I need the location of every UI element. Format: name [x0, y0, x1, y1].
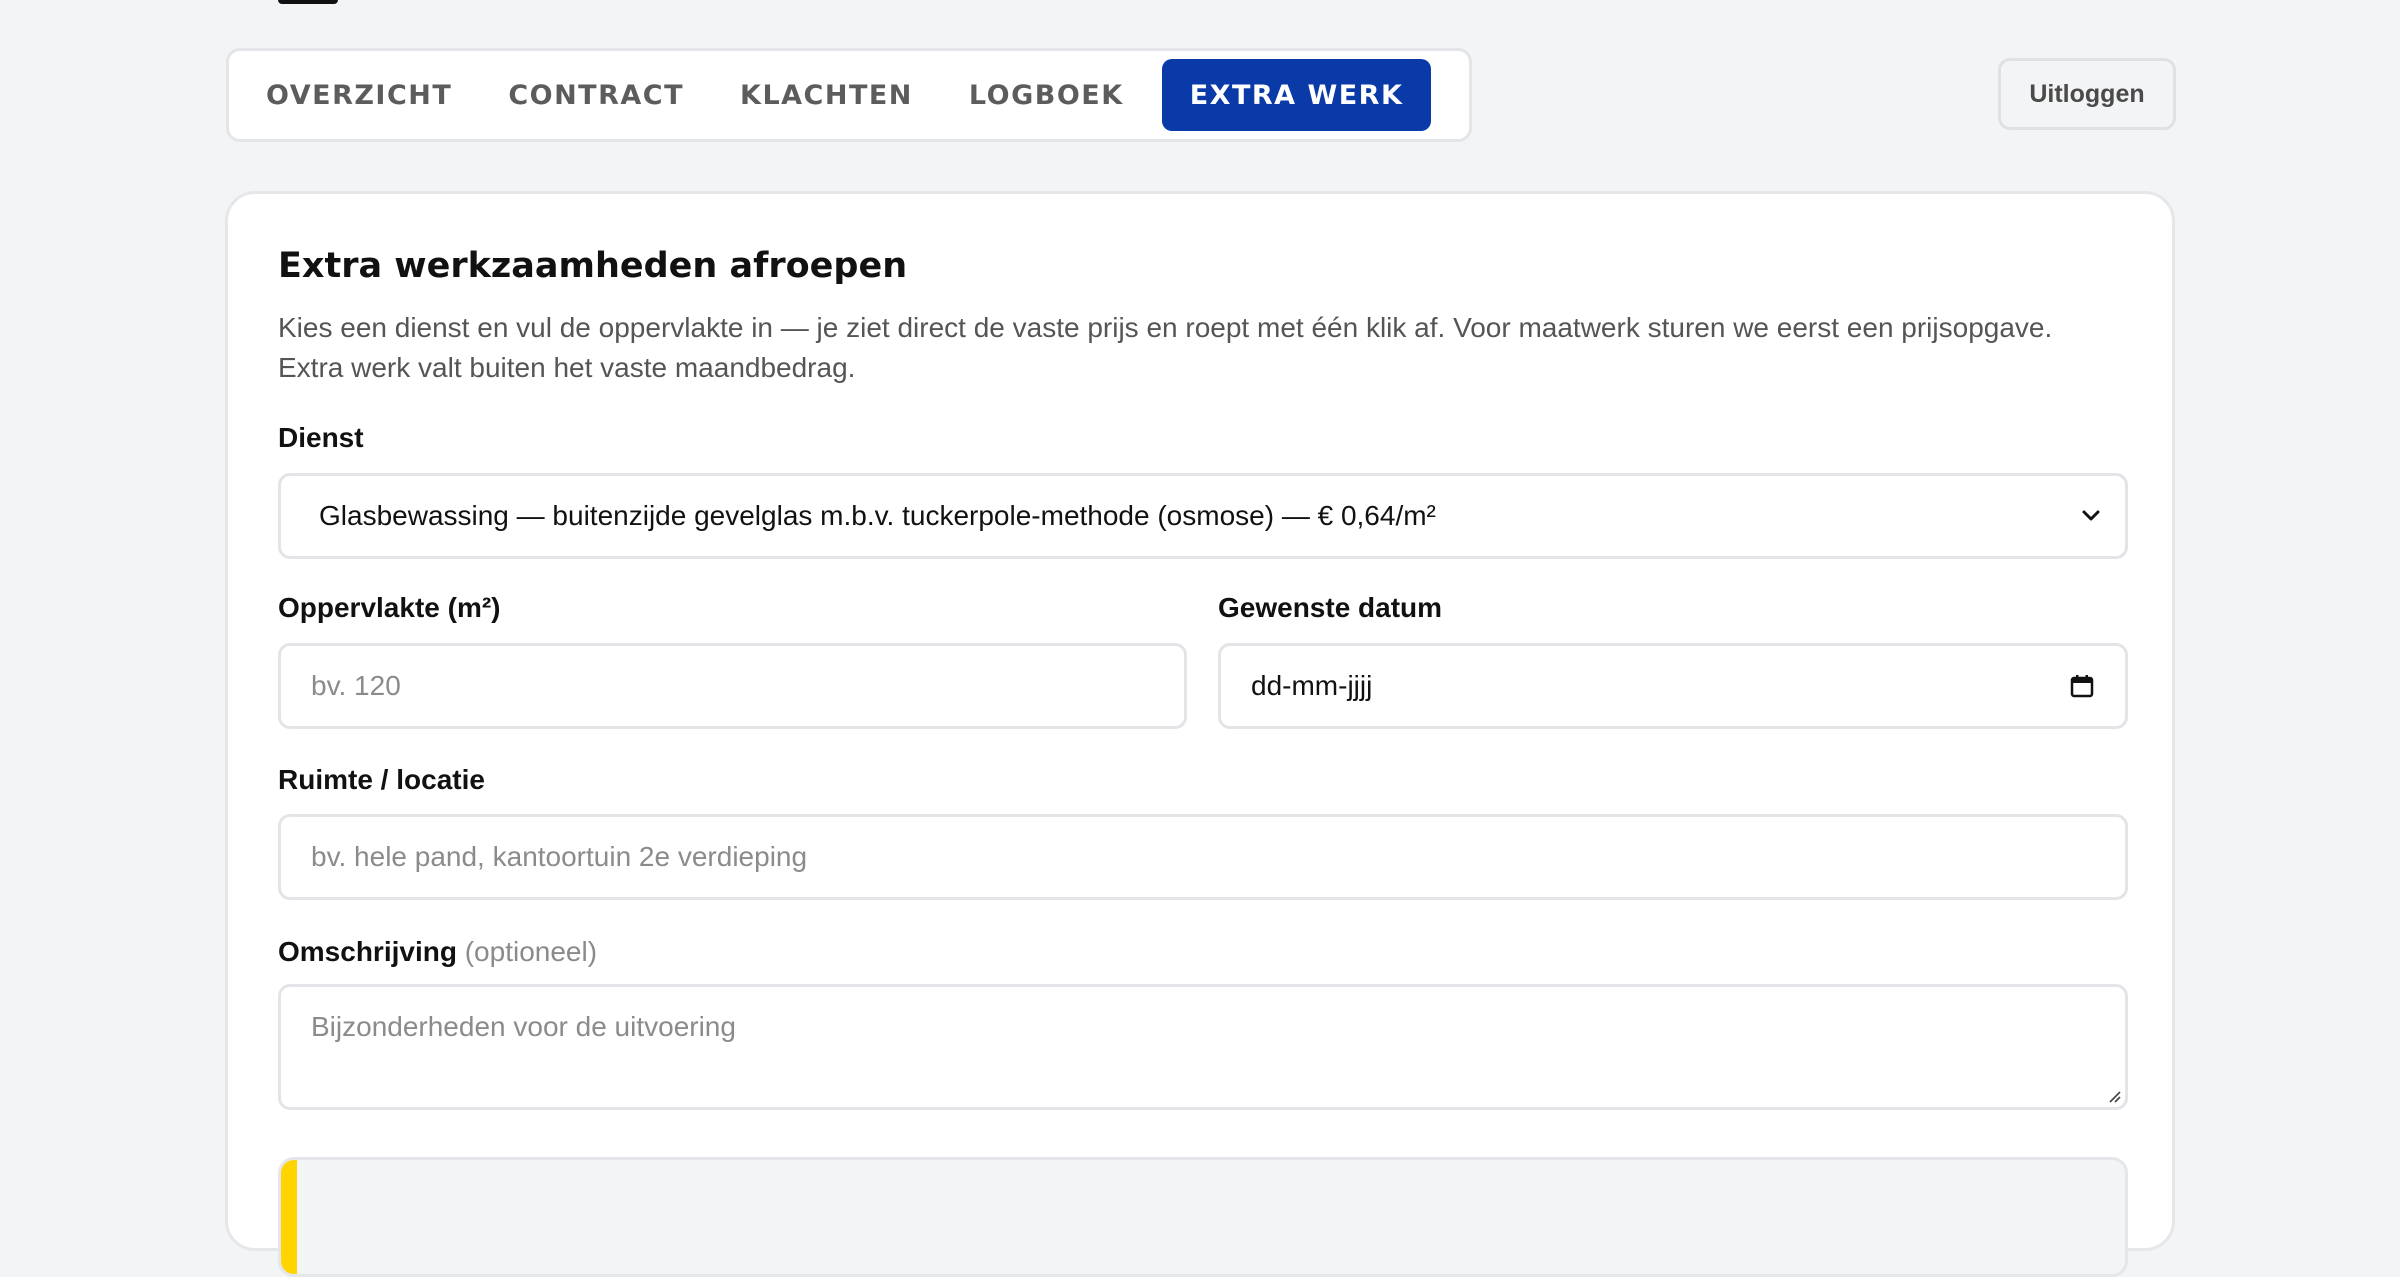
description-textarea[interactable]: Bijzonderheden voor de uitvoering	[278, 984, 2128, 1110]
location-label: Ruimte / locatie	[278, 764, 485, 795]
top-header-fragment	[0, 0, 2400, 12]
brand-logo-fragment	[278, 0, 338, 4]
extra-work-form-card: Extra werkzaamheden afroepen Kies een di…	[225, 191, 2175, 1277]
service-label: Dienst	[278, 422, 364, 453]
price-notice-box	[278, 1157, 2128, 1277]
service-select[interactable]: Glasbewassing — buitenzijde gevelglas m.…	[278, 473, 2128, 559]
date-label: Gewenste datum	[1218, 592, 1443, 623]
tab-klachten[interactable]: KLACHTEN	[712, 59, 941, 131]
description-label: Omschrijving (optioneel)	[278, 936, 597, 968]
area-input[interactable]: bv. 120	[278, 643, 1187, 729]
service-selected-value: Glasbewassing — buitenzijde gevelglas m.…	[319, 500, 1436, 531]
resize-handle-icon[interactable]	[2105, 1087, 2121, 1103]
chevron-down-icon	[2082, 510, 2100, 521]
notice-accent-bar	[281, 1160, 297, 1274]
date-format-text: dd-mm-jjjj	[1251, 670, 1373, 701]
main-tabs: OVERZICHT CONTRACT KLACHTEN LOGBOEK EXTR…	[226, 48, 1472, 142]
optional-hint: (optioneel)	[464, 936, 598, 967]
tab-overzicht[interactable]: OVERZICHT	[238, 59, 480, 131]
tab-extra-werk[interactable]: EXTRA WERK	[1161, 59, 1432, 131]
form-intro: Kies een dienst en vul de oppervlakte in…	[278, 312, 2053, 383]
area-label: Oppervlakte (m²)	[278, 592, 501, 623]
description-placeholder: Bijzonderheden voor de uitvoering	[311, 1011, 736, 1042]
page-title: Extra werkzaamheden afroepen	[278, 246, 908, 286]
date-input[interactable]: dd-mm-jjjj	[1218, 643, 2128, 729]
location-input[interactable]: bv. hele pand, kantoortuin 2e verdieping	[278, 814, 2128, 900]
description-label-text: Omschrijving	[278, 936, 457, 967]
tab-contract[interactable]: CONTRACT	[480, 59, 712, 131]
tab-logboek[interactable]: LOGBOEK	[941, 59, 1152, 131]
logout-button[interactable]: Uitloggen	[1998, 58, 2176, 130]
calendar-icon[interactable]	[2069, 673, 2095, 699]
